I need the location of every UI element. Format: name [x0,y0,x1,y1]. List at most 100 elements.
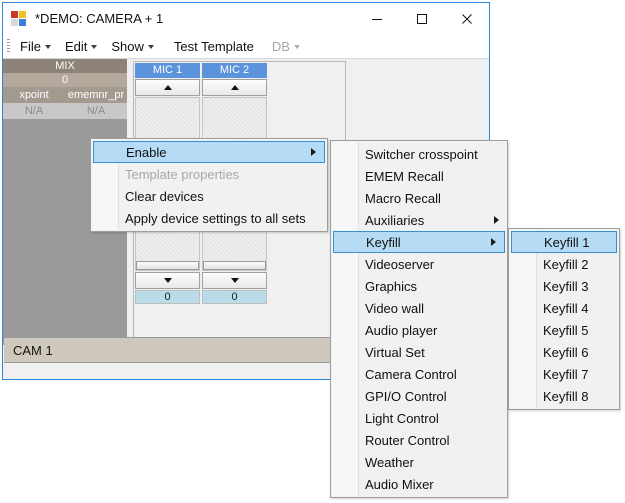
menu-item-gpio-control-label: GPI/O Control [365,389,447,404]
close-button[interactable] [444,3,489,34]
menu-item-macro-recall[interactable]: Macro Recall [331,187,507,209]
menu-item-switcher-crosspoint[interactable]: Switcher crosspoint [331,143,507,165]
menu-item-keyfill[interactable]: Keyfill [333,231,505,253]
menu-item-template-properties-label: Template properties [125,167,239,182]
fader-header-mic-2[interactable]: MIC 2 [202,63,267,78]
menu-item-videoserver-label: Videoserver [365,257,434,272]
fader-value-mic-1[interactable]: 0 [135,290,200,304]
chevron-down-icon [148,45,154,49]
menu-item-videoserver[interactable]: Videoserver [331,253,507,275]
maximize-button[interactable] [399,3,444,34]
caption-button-group [354,3,489,34]
menu-item-keyfill-6[interactable]: Keyfill 6 [509,341,619,363]
menu-item-emem-recall[interactable]: EMEM Recall [331,165,507,187]
triangle-up-icon [231,85,239,90]
mix-value-xpoint: N/A [3,103,65,119]
mix-label-ememnr: ememnr_pr [65,87,127,103]
menu-item-apply-device-settings[interactable]: Apply device settings to all sets [91,207,327,229]
minimize-button[interactable] [354,3,399,34]
menu-item-gpio-control[interactable]: GPI/O Control [331,385,507,407]
fader-header-mic-1[interactable]: MIC 1 [135,63,200,78]
triangle-up-icon [164,85,172,90]
fader-down-button-mic-1[interactable] [135,272,200,289]
mix-value-ememnr: N/A [65,103,127,119]
menu-item-switcher-crosspoint-label: Switcher crosspoint [365,147,478,162]
chevron-down-icon [91,45,97,49]
menu-item-keyfill-5-label: Keyfill 5 [543,323,589,338]
menu-item-light-control-label: Light Control [365,411,439,426]
menu-item-keyfill-5[interactable]: Keyfill 5 [509,319,619,341]
context-menu-keyfill-submenu: Keyfill 1 Keyfill 2 Keyfill 3 Keyfill 4 … [508,228,620,410]
menu-edit-label: Edit [65,39,87,54]
menu-test-template-label: Test Template [174,39,254,54]
menu-item-weather[interactable]: Weather [331,451,507,473]
menu-item-virtual-set[interactable]: Virtual Set [331,341,507,363]
menu-item-video-wall[interactable]: Video wall [331,297,507,319]
menu-bar: File Edit Show Test Template DB [3,34,489,59]
menu-item-keyfill-4-label: Keyfill 4 [543,301,589,316]
menu-item-keyfill-4[interactable]: Keyfill 4 [509,297,619,319]
menu-item-keyfill-2-label: Keyfill 2 [543,257,589,272]
menu-item-keyfill-1-label: Keyfill 1 [544,235,590,250]
menu-item-graphics[interactable]: Graphics [331,275,507,297]
menu-db-label: DB [272,39,290,54]
menu-item-keyfill-8[interactable]: Keyfill 8 [509,385,619,407]
context-menu-enable-submenu: Switcher crosspoint EMEM Recall Macro Re… [330,140,508,498]
menu-db: DB [265,37,307,56]
menu-item-keyfill-7-label: Keyfill 7 [543,367,589,382]
menu-item-emem-recall-label: EMEM Recall [365,169,444,184]
fader-up-button-mic-2[interactable] [202,79,267,96]
close-icon [461,13,473,25]
menu-item-enable[interactable]: Enable [93,141,325,163]
menu-item-keyfill-2[interactable]: Keyfill 2 [509,253,619,275]
menu-item-audio-mixer-label: Audio Mixer [365,477,434,492]
status-bar-text: CAM 1 [13,343,53,358]
submenu-arrow-icon [311,148,316,156]
menu-item-keyfill-6-label: Keyfill 6 [543,345,589,360]
menu-show[interactable]: Show [104,37,161,56]
menu-item-keyfill-3-label: Keyfill 3 [543,279,589,294]
menu-item-auxiliaries-label: Auxiliaries [365,213,424,228]
menu-item-camera-control-label: Camera Control [365,367,457,382]
menu-item-clear-devices-label: Clear devices [125,189,204,204]
mix-header: MIX [3,59,127,73]
menu-item-graphics-label: Graphics [365,279,417,294]
menu-edit[interactable]: Edit [58,37,104,56]
chevron-down-icon [45,45,51,49]
menu-grip-handle[interactable] [7,39,10,53]
mix-value-row[interactable]: N/A N/A [3,103,127,119]
fader-thumb-mic-2[interactable] [203,261,266,270]
menu-item-audio-mixer[interactable]: Audio Mixer [331,473,507,495]
menu-item-keyfill-3[interactable]: Keyfill 3 [509,275,619,297]
minimize-icon [371,13,383,25]
submenu-arrow-icon [494,216,499,224]
menu-item-audio-player-label: Audio player [365,323,437,338]
menu-item-keyfill-1[interactable]: Keyfill 1 [511,231,617,253]
menu-item-macro-recall-label: Macro Recall [365,191,441,206]
app-form-icon [11,11,27,27]
triangle-down-icon [231,278,239,283]
menu-item-virtual-set-label: Virtual Set [365,345,425,360]
menu-test-template[interactable]: Test Template [167,37,261,56]
menu-show-label: Show [111,39,144,54]
menu-item-clear-devices[interactable]: Clear devices [91,185,327,207]
menu-item-router-control[interactable]: Router Control [331,429,507,451]
mix-column-labels: xpoint ememnr_pr [3,87,127,103]
menu-item-light-control[interactable]: Light Control [331,407,507,429]
context-menu-primary: Enable Template properties Clear devices… [90,138,328,232]
fader-down-button-mic-2[interactable] [202,272,267,289]
screen-root: *DEMO: CAMERA + 1 [0,0,625,503]
menu-item-keyfill-7[interactable]: Keyfill 7 [509,363,619,385]
window-title: *DEMO: CAMERA + 1 [35,11,163,26]
mix-number: 0 [3,73,127,87]
fader-thumb-mic-1[interactable] [136,261,199,270]
menu-item-video-wall-label: Video wall [365,301,424,316]
fader-value-mic-2[interactable]: 0 [202,290,267,304]
menu-file[interactable]: File [13,37,58,56]
menu-item-apply-device-settings-label: Apply device settings to all sets [125,211,306,226]
chevron-down-icon [294,45,300,49]
fader-up-button-mic-1[interactable] [135,79,200,96]
menu-item-camera-control[interactable]: Camera Control [331,363,507,385]
menu-item-auxiliaries[interactable]: Auxiliaries [331,209,507,231]
menu-item-audio-player[interactable]: Audio player [331,319,507,341]
